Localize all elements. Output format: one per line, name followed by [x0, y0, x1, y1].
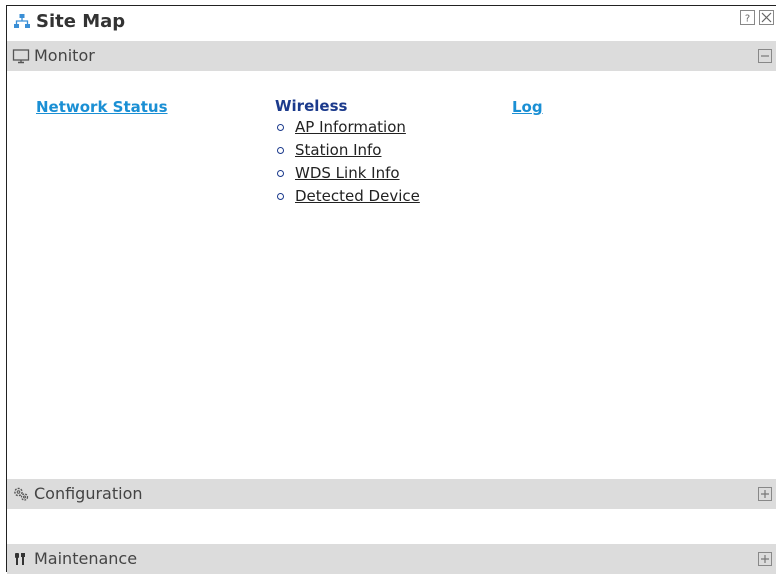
monitor-icon: [12, 48, 30, 64]
list-item: Station Info: [275, 139, 420, 162]
maintenance-section-header[interactable]: Maintenance: [7, 544, 776, 574]
configuration-section-header[interactable]: Configuration: [7, 479, 776, 509]
list-item: WDS Link Info: [275, 162, 420, 185]
configuration-section-label: Configuration: [34, 484, 143, 503]
maintenance-section-label: Maintenance: [34, 549, 138, 568]
detected-device-link[interactable]: Detected Device: [295, 187, 420, 205]
ap-information-link[interactable]: AP Information: [295, 118, 406, 136]
close-icon[interactable]: [759, 10, 774, 25]
monitor-section-content: Network Status Wireless AP Information S…: [7, 71, 776, 479]
wireless-group-title: Wireless: [275, 97, 348, 115]
list-item: AP Information: [275, 116, 420, 139]
window-title: Site Map: [36, 11, 126, 32]
network-status-column: Network Status: [36, 97, 168, 116]
expand-icon[interactable]: [758, 552, 772, 566]
site-map-icon: [13, 13, 31, 29]
wireless-sublist: AP Information Station Info WDS Link Inf…: [275, 116, 420, 208]
tools-icon: [12, 551, 30, 567]
station-info-link[interactable]: Station Info: [295, 141, 381, 159]
svg-text:?: ?: [745, 14, 750, 25]
collapse-icon[interactable]: [758, 49, 772, 63]
help-icon[interactable]: ?: [740, 10, 755, 25]
expand-icon[interactable]: [758, 487, 772, 501]
wds-link-info-link[interactable]: WDS Link Info: [295, 164, 400, 182]
section-separator: [7, 509, 776, 544]
monitor-section-label: Monitor: [34, 46, 95, 65]
log-link[interactable]: Log: [512, 98, 543, 116]
list-item: Detected Device: [275, 185, 420, 208]
gear-icon: [12, 486, 30, 502]
wireless-column: Wireless AP Information Station Info WDS…: [275, 97, 420, 208]
site-map-window: Site Map ? Monitor Network Status Wirele…: [6, 5, 776, 574]
window-titlebar: Site Map ?: [7, 6, 776, 40]
network-status-link[interactable]: Network Status: [36, 98, 168, 116]
monitor-section-header[interactable]: Monitor: [7, 41, 776, 71]
log-column: Log: [512, 97, 543, 116]
